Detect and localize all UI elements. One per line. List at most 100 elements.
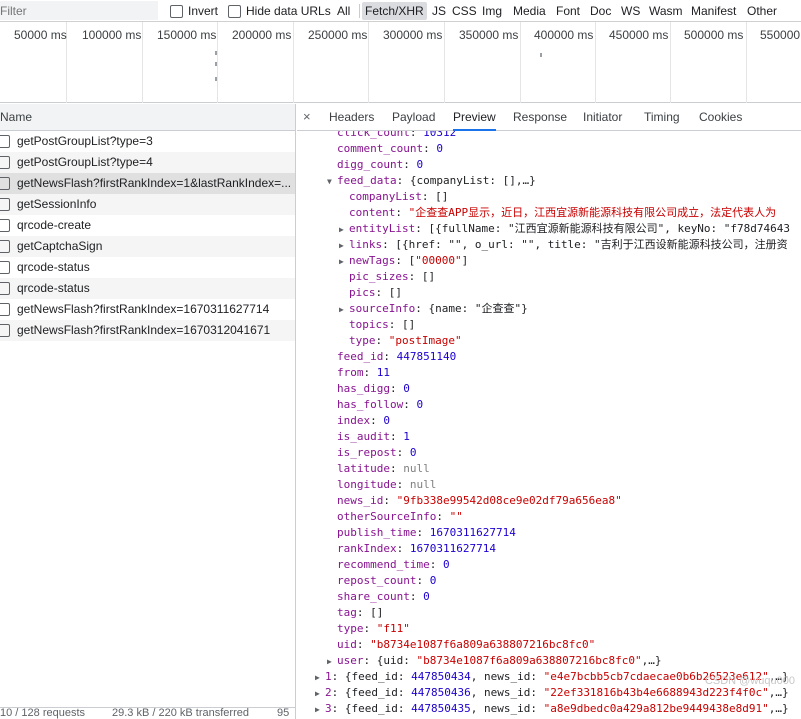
timeline-overview[interactable]: 50000 ms 100000 ms 150000 ms 200000 ms 2…	[0, 22, 801, 103]
resources-size: 95	[277, 707, 290, 719]
detail-tabbar: × Headers Payload Preview Response Initi…	[297, 104, 801, 131]
json-property-expanded[interactable]: ▼ feed_data: {companyList: [],…}	[327, 173, 536, 189]
request-name: getPostGroupList?type=3	[17, 134, 153, 148]
json-property: share_count: 0	[337, 590, 430, 603]
json-property: publish_time: 1670311627714	[337, 526, 516, 539]
invert-checkbox[interactable]: Invert	[170, 3, 218, 19]
collapsed-triangle-icon[interactable]: ▶	[315, 686, 325, 702]
request-list: getPostGroupList?type=3 getPostGroupList…	[0, 131, 295, 341]
json-property: rankIndex: 1670311627714	[337, 542, 496, 555]
request-row[interactable]: getPostGroupList?type=4	[0, 152, 295, 173]
tab-timing[interactable]: Timing	[644, 104, 680, 131]
json-property-collapsed[interactable]: ▶ links: [{href: "", o_url: "", title: "吉…	[339, 237, 788, 253]
timeline-tick-label: 300000 ms	[383, 28, 443, 42]
tab-cookies[interactable]: Cookies	[699, 104, 742, 131]
type-filter-wasm[interactable]: Wasm	[646, 2, 686, 20]
request-type-icon	[0, 240, 10, 253]
json-array-item-collapsed[interactable]: ▶ 2: {feed_id: 447850436, news_id: "22ef3…	[315, 685, 789, 701]
timeline-tick-label: 450000 ms	[609, 28, 669, 42]
request-type-icon	[0, 135, 10, 148]
type-filter-ws[interactable]: WS	[618, 2, 643, 20]
request-row[interactable]: getNewsFlash?firstRankIndex=167031162771…	[0, 299, 295, 320]
type-filter-all[interactable]: All	[334, 2, 353, 20]
json-array-item-collapsed[interactable]: ▶ 3: {feed_id: 447850435, news_id: "a8e9d…	[315, 701, 789, 717]
json-property: recommend_time: 0	[337, 558, 450, 571]
json-property: repost_count: 0	[337, 574, 437, 587]
timeline-gridline	[444, 22, 445, 103]
collapsed-triangle-icon[interactable]: ▶	[315, 670, 325, 686]
request-row[interactable]: getCaptchaSign	[0, 236, 295, 257]
request-row[interactable]: qrcode-create	[0, 215, 295, 236]
json-property-collapsed[interactable]: ▶ entityList: [{fullName: "江西宜源新能源科技有限公司"…	[339, 221, 790, 237]
json-property: type: "f11"	[337, 622, 410, 635]
request-name: getPostGroupList?type=4	[17, 155, 153, 169]
type-filter-js[interactable]: JS	[429, 2, 449, 20]
tab-initiator[interactable]: Initiator	[583, 104, 622, 131]
json-property: has_digg: 0	[337, 382, 410, 395]
timeline-gridline	[217, 22, 218, 103]
request-row-selected[interactable]: getNewsFlash?firstRankIndex=1&lastRankIn…	[0, 173, 295, 194]
json-property: from: 11	[337, 366, 390, 379]
request-row[interactable]: getNewsFlash?firstRankIndex=167031204167…	[0, 320, 295, 341]
timeline-gridline	[142, 22, 143, 103]
type-filter-manifest[interactable]: Manifest	[688, 2, 739, 20]
request-name: getNewsFlash?firstRankIndex=167031204167…	[17, 323, 271, 337]
type-filter-doc[interactable]: Doc	[587, 2, 614, 20]
filter-bar: Invert Hide data URLs All Fetch/XHR JS C…	[0, 0, 801, 22]
timeline-tick-label: 250000 ms	[308, 28, 368, 42]
collapsed-triangle-icon[interactable]: ▶	[339, 222, 349, 238]
tab-payload[interactable]: Payload	[392, 104, 435, 131]
tab-preview[interactable]: Preview	[453, 104, 496, 131]
json-property-collapsed[interactable]: ▶ user: {uid: "b8734e1087f6a809a638807216…	[327, 653, 662, 669]
timeline-tick-label: 150000 ms	[157, 28, 217, 42]
json-property: tag: []	[337, 606, 384, 619]
json-property-collapsed[interactable]: ▶ sourceInfo: {name: "企查查"}	[339, 301, 528, 317]
close-icon[interactable]: ×	[303, 109, 311, 124]
type-filter-img[interactable]: Img	[479, 2, 505, 20]
type-filter-css[interactable]: CSS	[449, 2, 480, 20]
request-type-icon	[0, 282, 10, 295]
hide-data-urls-checkbox[interactable]: Hide data URLs	[228, 3, 331, 19]
json-property: news_id: "9fb338e99542d08ce9e02df79a656e…	[337, 494, 622, 507]
request-name: qrcode-status	[17, 260, 90, 274]
filter-input[interactable]	[0, 1, 158, 20]
json-property: topics: []	[349, 318, 416, 331]
request-row[interactable]: getSessionInfo	[0, 194, 295, 215]
json-property-collapsed[interactable]: ▶ newTags: ["00000"]	[339, 253, 468, 269]
invert-label: Invert	[188, 4, 219, 18]
timeline-gridline	[746, 22, 747, 103]
type-filter-fetch-xhr[interactable]: Fetch/XHR	[362, 2, 427, 20]
type-filter-other[interactable]: Other	[744, 2, 780, 20]
tab-headers[interactable]: Headers	[329, 104, 374, 131]
timeline-gridline	[520, 22, 521, 103]
collapsed-triangle-icon[interactable]: ▶	[339, 302, 349, 318]
type-filter-font[interactable]: Font	[553, 2, 583, 20]
request-row[interactable]: qrcode-status	[0, 278, 295, 299]
json-property: latitude: null	[337, 462, 430, 475]
invert-checkbox-box[interactable]	[170, 4, 183, 18]
hide-data-urls-label: Hide data URLs	[246, 4, 331, 18]
tab-response[interactable]: Response	[513, 104, 567, 131]
json-property: pic_sizes: []	[349, 270, 436, 283]
collapsed-triangle-icon[interactable]: ▶	[339, 238, 349, 254]
expanded-triangle-icon[interactable]: ▼	[327, 174, 337, 190]
collapsed-triangle-icon[interactable]: ▶	[315, 702, 325, 718]
watermark: CSDN @wuqu000	[704, 675, 795, 687]
collapsed-triangle-icon[interactable]: ▶	[339, 254, 349, 270]
collapsed-triangle-icon[interactable]: ▶	[327, 654, 337, 670]
hide-data-urls-checkbox-box[interactable]	[228, 4, 241, 18]
json-property: otherSourceInfo: ""	[337, 510, 463, 523]
json-property: content: "企查查APP显示，近日，江西宜源新能源科技有限公司成立，法定…	[349, 206, 777, 219]
request-row[interactable]: qrcode-status	[0, 257, 295, 278]
transferred-size: 29.3 kB / 220 kB transferred	[112, 707, 249, 719]
request-name: getNewsFlash?firstRankIndex=1&lastRankIn…	[17, 176, 292, 190]
timeline-tick-label: 200000 ms	[232, 28, 292, 42]
request-type-icon	[0, 198, 10, 211]
name-column-header[interactable]: Name	[0, 104, 295, 131]
request-name: getNewsFlash?firstRankIndex=167031162771…	[17, 302, 270, 316]
json-property: longitude: null	[337, 478, 437, 491]
request-list-panel: Name getPostGroupList?type=3 getPostGrou…	[0, 104, 296, 719]
request-count: 10 / 128 requests	[0, 707, 86, 719]
type-filter-media[interactable]: Media	[510, 2, 549, 20]
request-row[interactable]: getPostGroupList?type=3	[0, 131, 295, 152]
